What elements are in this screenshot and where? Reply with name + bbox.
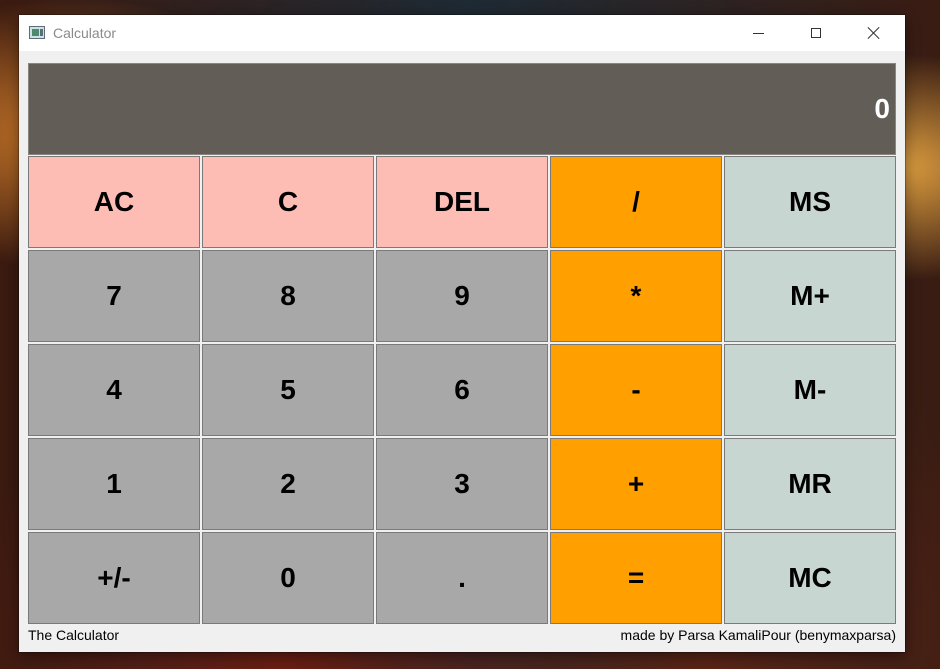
digit-6-button[interactable]: 6: [376, 344, 548, 436]
digit-5-button[interactable]: 5: [202, 344, 374, 436]
footer-credit: made by Parsa KamaliPour (benymaxparsa): [620, 627, 896, 643]
memory-recall-button[interactable]: MR: [724, 438, 896, 530]
all-clear-button[interactable]: AC: [28, 156, 200, 248]
display-value: 0: [874, 93, 890, 124]
digit-7-button[interactable]: 7: [28, 250, 200, 342]
minimize-button[interactable]: [729, 15, 787, 51]
multiply-button[interactable]: *: [550, 250, 722, 342]
digit-4-button[interactable]: 4: [28, 344, 200, 436]
maximize-icon: [811, 28, 821, 38]
digit-9-button[interactable]: 9: [376, 250, 548, 342]
negate-button[interactable]: +/-: [28, 532, 200, 624]
add-button[interactable]: +: [550, 438, 722, 530]
window-title: Calculator: [53, 25, 117, 41]
app-icon: [29, 26, 45, 39]
divide-button[interactable]: /: [550, 156, 722, 248]
digit-2-button[interactable]: 2: [202, 438, 374, 530]
clear-button[interactable]: C: [202, 156, 374, 248]
memory-clear-button[interactable]: MC: [724, 532, 896, 624]
keypad: AC C DEL / MS 7 8 9 * M+ 4 5 6- M- 1 2 3 + MR +/- 0. = MC: [28, 156, 896, 624]
memory-add-button[interactable]: M+: [724, 250, 896, 342]
digit-0-button[interactable]: 0: [202, 532, 374, 624]
calculator-window: Calculator 0 AC C DEL / MS 7 8 9 * M+ 4 5 6- M- 1 2 3 + MR…: [19, 15, 905, 652]
digit-1-button[interactable]: 1: [28, 438, 200, 530]
footer-app-name: The Calculator: [28, 627, 120, 643]
title-bar[interactable]: Calculator: [19, 15, 905, 51]
close-button[interactable]: [845, 15, 903, 51]
result-display: 0: [28, 63, 896, 155]
memory-subtract-button[interactable]: M-: [724, 344, 896, 436]
equals-button[interactable]: =: [550, 532, 722, 624]
decimal-point-button[interactable]: .: [376, 532, 548, 624]
close-icon: [867, 26, 881, 40]
memory-store-button[interactable]: MS: [724, 156, 896, 248]
digit-8-button[interactable]: 8: [202, 250, 374, 342]
maximize-button[interactable]: [787, 15, 845, 51]
minimize-icon: [752, 32, 764, 34]
subtract-button[interactable]: -: [550, 344, 722, 436]
digit-3-button[interactable]: 3: [376, 438, 548, 530]
delete-button[interactable]: DEL: [376, 156, 548, 248]
